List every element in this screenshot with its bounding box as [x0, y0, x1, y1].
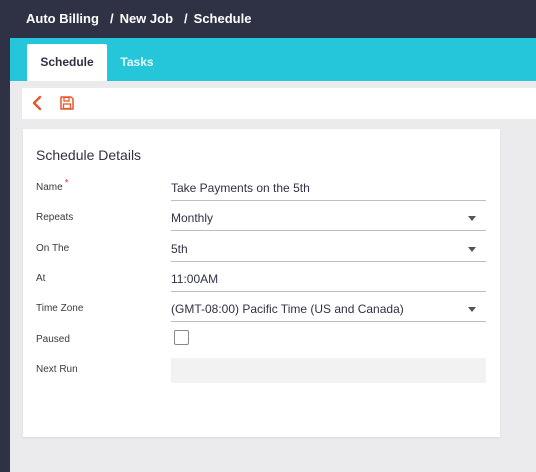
breadcrumb-item-new-job[interactable]: New Job	[120, 11, 173, 26]
caret-down-icon	[468, 216, 476, 221]
name-label: Name *	[36, 178, 69, 193]
card-title: Schedule Details	[36, 147, 142, 163]
breadcrumb-separator: /	[184, 11, 188, 26]
required-indicator: *	[64, 178, 69, 189]
tab-schedule[interactable]: Schedule	[27, 44, 107, 81]
action-toolbar	[22, 88, 536, 119]
on-the-select[interactable]: 5th	[171, 240, 486, 262]
caret-down-icon	[468, 307, 476, 312]
breadcrumb-item-auto-billing[interactable]: Auto Billing	[26, 11, 99, 26]
breadcrumb: Auto Billing / New Job / Schedule	[26, 11, 251, 26]
chevron-left-icon[interactable]	[30, 95, 46, 111]
breadcrumb-separator: /	[109, 11, 114, 26]
repeats-label: Repeats	[36, 212, 74, 223]
on-the-label: On The	[36, 243, 70, 254]
main-content: Schedule Tasks Schedule Details Name * Ta…	[10, 38, 536, 472]
tab-tasks[interactable]: Tasks	[110, 44, 164, 81]
paused-checkbox[interactable]	[174, 330, 189, 345]
next-run-field	[171, 358, 486, 383]
name-field[interactable]: Take Payments on the 5th	[171, 179, 486, 201]
save-icon[interactable]	[59, 95, 75, 111]
time-zone-label: Time Zone	[36, 303, 84, 314]
at-time-field[interactable]: 11:00AM	[171, 270, 486, 292]
time-zone-select[interactable]: (GMT-08:00) Pacific Time (US and Canada)	[171, 300, 486, 322]
breadcrumb-item-schedule: Schedule	[193, 11, 252, 26]
tab-bar: Schedule Tasks	[10, 38, 536, 81]
top-navigation-bar: Auto Billing / New Job / Schedule	[0, 0, 536, 38]
next-run-label: Next Run	[36, 364, 78, 375]
at-label: At	[36, 273, 46, 284]
paused-label: Paused	[36, 334, 70, 345]
caret-down-icon	[468, 247, 476, 252]
schedule-details-card: Schedule Details Name * Take Payments on …	[23, 129, 500, 437]
repeats-select[interactable]: Monthly	[171, 209, 486, 231]
